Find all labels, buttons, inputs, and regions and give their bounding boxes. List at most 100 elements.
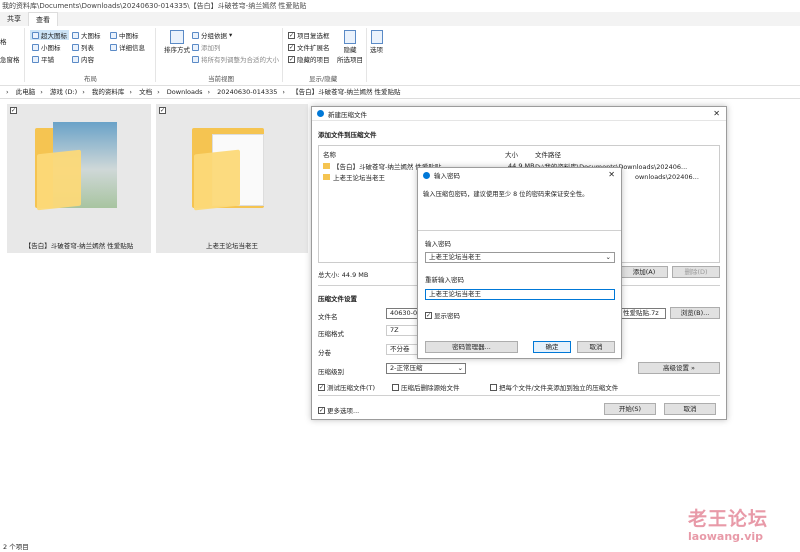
xl-icons-icon (32, 31, 39, 39)
watermark-en: laowang.vip (688, 530, 764, 543)
advanced-settings-button[interactable]: 高级设置 » (638, 362, 720, 374)
add-column-button[interactable]: 添加列 (192, 42, 221, 52)
level-select[interactable]: 2-正常压缩 ⌄ (386, 363, 466, 374)
show-group-label: 显示/隐藏 (309, 75, 338, 83)
delete-source-checkbox[interactable]: 压缩后删除源始文件 (392, 382, 460, 392)
col-header-size[interactable]: 大小 (505, 149, 518, 159)
medium-icons-icon (110, 31, 117, 39)
layout-list[interactable]: 列表 (72, 42, 94, 52)
dialog-title: 新建压缩文件 (328, 110, 367, 119)
dialog-title: 输入密码 (434, 172, 460, 180)
layout-details[interactable]: 详细信息 (110, 42, 145, 52)
col-header-name[interactable]: 名称 (323, 149, 336, 159)
checkbox-unchecked (392, 383, 399, 391)
close-icon[interactable]: ✕ (713, 109, 720, 118)
app-icon (317, 110, 324, 117)
checkbox-checked: ✓ (425, 311, 432, 319)
tab-view[interactable]: 查看 (28, 12, 58, 26)
folder-icon (323, 163, 330, 169)
breadcrumb-current[interactable]: 【告白】斗破苍穹-纳兰嫣然 性爱贴贴 (292, 88, 400, 96)
item-checkboxes-toggle[interactable]: ✓ 项目复选框 (288, 30, 330, 40)
status-item-count: 2 个项目 (3, 543, 29, 551)
hide-selected-button[interactable]: 隐藏 所选项目 (335, 30, 365, 64)
layout-large-icons[interactable]: 大图标 (72, 30, 101, 40)
breadcrumb-downloads[interactable]: Downloads (167, 88, 203, 96)
breadcrumb-sep: › (6, 88, 9, 96)
section-add-files: 添加文件到压缩文件 (318, 131, 377, 139)
layout-medium-icons[interactable]: 中图标 (110, 30, 139, 40)
folder-icon (323, 174, 330, 180)
separate-archives-checkbox[interactable]: 把每个文件/文件夹添加到独立的压缩文件 (490, 382, 618, 392)
breadcrumb-library[interactable]: 我的资料库 (92, 88, 125, 96)
filename-label: 文件名 (318, 313, 338, 321)
ok-button[interactable]: 确定 (533, 341, 571, 353)
password-input[interactable]: 上老王论坛当老王 ⌄ (425, 252, 615, 263)
checkbox-checked: ✓ (318, 383, 325, 391)
total-size: 总大小: 44.9 MB (318, 271, 369, 279)
ribbon: 格 急窗格 超大图标 大图标 中图标 小图标 列表 详细信息 平铺 内容 布局 … (0, 26, 800, 86)
sort-by-button[interactable]: 排序方式 (164, 30, 190, 54)
view-group-label: 当前视图 (208, 75, 234, 83)
checkbox-checked[interactable]: ✓ (10, 107, 17, 114)
list-icon (72, 43, 79, 51)
folder-icon (192, 122, 282, 212)
chevron-down-icon: ⌄ (457, 364, 463, 372)
options-button[interactable]: 选项 (370, 30, 383, 54)
group-icon (192, 31, 199, 39)
cancel-button[interactable]: 取消 (577, 341, 615, 353)
password-dialog: 输入密码 ✕ 输入压缩包密码，建议使用至少 8 位的密码来保证安全性。 输入密码… (417, 167, 622, 359)
tab-share[interactable]: 共享 (0, 12, 28, 26)
file-extensions-toggle[interactable]: ✓ 文件扩展名 (288, 42, 330, 52)
folder-name: 上老王论坛当老王 (206, 242, 258, 250)
breadcrumb-this-pc[interactable]: 此电脑 (16, 88, 36, 96)
format-label: 压缩格式 (318, 330, 344, 338)
layout-xl-icons[interactable]: 超大图标 (30, 30, 69, 40)
browse-button[interactable]: 浏览(B)... (670, 307, 720, 319)
reenter-password-input[interactable]: 上老王论坛当老王 (425, 289, 615, 300)
cancel-button[interactable]: 取消 (664, 403, 716, 415)
checkbox-checked[interactable]: ✓ (159, 107, 166, 114)
password-label: 输入密码 (425, 240, 451, 248)
checkbox-checked: ✓ (288, 55, 295, 63)
layout-tiles[interactable]: 平铺 (32, 54, 54, 64)
checkbox-checked: ✓ (288, 31, 295, 39)
pane-label[interactable]: 格 (0, 36, 7, 46)
test-archive-checkbox[interactable]: ✓ 测试压缩文件(T) (318, 382, 375, 392)
col-header-path[interactable]: 文件路径 (535, 149, 561, 159)
details-pane-label[interactable]: 急窗格 (0, 54, 20, 64)
window-title: 我的资料库\Documents\Downloads\20240630-01433… (0, 0, 800, 12)
layout-small-icons[interactable]: 小图标 (32, 42, 61, 52)
fit-columns-button[interactable]: 将所有列调整为合适的大小 (192, 54, 279, 64)
checkbox-unchecked (490, 383, 497, 391)
layout-content[interactable]: 内容 (72, 54, 94, 64)
delete-button[interactable]: 删除(D) (672, 266, 720, 278)
sort-icon (170, 30, 184, 44)
breadcrumb-docs[interactable]: 文档 (139, 88, 152, 96)
show-password-checkbox[interactable]: ✓ 显示密码 (425, 310, 460, 320)
filename-input-tail[interactable]: 性爱贴贴.7z (620, 308, 666, 319)
split-label: 分卷 (318, 349, 331, 357)
password-hint: 输入压缩包密码，建议使用至少 8 位的密码来保证安全性。 (423, 191, 589, 198)
tiles-icon (32, 55, 39, 63)
hide-icon (344, 30, 356, 44)
add-button[interactable]: 添加(A) (620, 266, 668, 278)
folder-icon (35, 122, 125, 212)
folder-item[interactable]: ✓ 上老王论坛当老王 (156, 104, 308, 253)
section-archive-settings: 压缩文件设置 (318, 295, 357, 303)
folder-item[interactable]: ✓ 【告白】斗破苍穹-纳兰嫣然 性爱贴贴 (7, 104, 151, 253)
group-by-button[interactable]: 分组依据 ▾ (192, 30, 232, 40)
ribbon-tabs: 共享 查看 (0, 12, 800, 26)
breadcrumb-date-folder[interactable]: 20240630-014335 (217, 88, 277, 96)
close-icon[interactable]: ✕ (608, 170, 615, 179)
level-label: 压缩级别 (318, 368, 344, 376)
large-icons-icon (72, 31, 79, 39)
checkbox-checked: ✓ (318, 406, 325, 414)
breadcrumb-drive[interactable]: 游戏 (D:) (50, 88, 77, 96)
chevron-down-icon[interactable]: ⌄ (606, 253, 611, 262)
hidden-items-toggle[interactable]: ✓ 隐藏的项目 (288, 54, 330, 64)
details-icon (110, 43, 117, 51)
reenter-label: 重新输入密码 (425, 276, 464, 284)
start-button[interactable]: 开始(S) (604, 403, 656, 415)
more-options-checkbox[interactable]: ✓ 更多选项... (318, 405, 359, 415)
password-manager-button[interactable]: 密码管理器... (425, 341, 518, 353)
